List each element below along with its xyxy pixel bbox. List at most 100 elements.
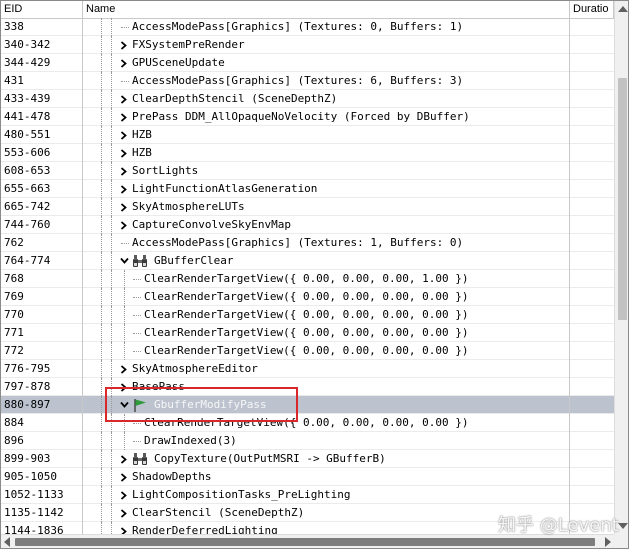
scroll-left-icon[interactable] [4, 537, 10, 547]
tree-guide [111, 342, 112, 360]
table-row[interactable]: 768 ClearRenderTargetView({ 0.00, 0.00, 0… [1, 270, 614, 288]
table-row[interactable]: 553-606 HZB [1, 144, 614, 162]
chevron-right-icon[interactable] [119, 486, 129, 504]
table-row[interactable]: 764-774 GBufferClear [1, 252, 614, 270]
table-row[interactable]: 433-439 ClearDepthStencil (SceneDepthZ) [1, 90, 614, 108]
tree-guide [101, 414, 102, 432]
duration-cell [570, 252, 614, 270]
tree-guide [111, 450, 112, 468]
table-row[interactable]: 1052-1133 LightCompositionTasks_PreLighti… [1, 486, 614, 504]
vertical-scroll-thumb[interactable] [618, 78, 627, 320]
table-row[interactable]: 769 ClearRenderTargetView({ 0.00, 0.00, 0… [1, 288, 614, 306]
tree-guide [133, 279, 141, 280]
event-name-label: SkyAtmosphereEditor [132, 362, 258, 375]
event-name-label: ClearRenderTargetView({ 0.00, 0.00, 0.00… [144, 344, 469, 357]
event-name-cell: ClearRenderTargetView({ 0.00, 0.00, 0.00… [83, 414, 570, 432]
table-row[interactable]: 762 AccessModePass[Graphics] (Textures: 1… [1, 234, 614, 252]
chevron-right-icon[interactable] [119, 450, 129, 468]
duration-cell [570, 162, 614, 180]
table-row[interactable]: 770 ClearRenderTargetView({ 0.00, 0.00, 0… [1, 306, 614, 324]
vertical-scrollbar[interactable] [614, 1, 628, 534]
event-name-label: FXSystemPreRender [132, 38, 245, 51]
event-id-cell: 608-653 [1, 162, 83, 180]
scroll-down-icon[interactable] [618, 523, 628, 529]
chevron-right-icon[interactable] [119, 36, 129, 54]
table-row[interactable]: 344-429 GPUSceneUpdate [1, 54, 614, 72]
column-name-header[interactable]: Name [83, 1, 570, 18]
event-name-cell: ShadowDepths [83, 468, 570, 486]
table-row[interactable]: 338 AccessModePass[Graphics] (Textures: 0… [1, 18, 614, 36]
event-id-cell: 764-774 [1, 252, 83, 270]
tree-guide [111, 108, 112, 126]
tree-guide [121, 81, 129, 82]
table-row[interactable]: 665-742 SkyAtmosphereLUTs [1, 198, 614, 216]
table-row[interactable]: 655-663 LightFunctionAtlasGeneration [1, 180, 614, 198]
table-row[interactable]: 441-478 PrePass DDM_AllOpaqueNoVelocity (… [1, 108, 614, 126]
table-row[interactable]: 884 ClearRenderTargetView({ 0.00, 0.00, 0… [1, 414, 614, 432]
tree-guide [124, 432, 125, 450]
tree-guide [111, 486, 112, 504]
tree-guide [111, 270, 112, 288]
tree-guide [133, 351, 141, 352]
tree-guide [111, 468, 112, 486]
event-name-cell: SkyAtmosphereLUTs [83, 198, 570, 216]
chevron-right-icon[interactable] [119, 144, 129, 162]
chevron-right-icon[interactable] [119, 126, 129, 144]
chevron-right-icon[interactable] [119, 360, 129, 378]
event-id-cell: 1135-1142 [1, 504, 83, 522]
table-row[interactable]: 899-903 CopyTexture(OutPutMSRI -> GBuffer… [1, 450, 614, 468]
table-row[interactable]: 905-1050 ShadowDepths [1, 468, 614, 486]
event-name-label: LightCompositionTasks_PreLighting [132, 488, 351, 501]
table-row[interactable]: 797-878 BasePass [1, 378, 614, 396]
event-name-label: ClearRenderTargetView({ 0.00, 0.00, 0.00… [144, 416, 469, 429]
duration-cell [570, 486, 614, 504]
chevron-right-icon[interactable] [119, 504, 129, 522]
chevron-right-icon[interactable] [119, 468, 129, 486]
chevron-down-icon[interactable] [119, 252, 129, 270]
chevron-right-icon[interactable] [119, 180, 129, 198]
tree-guide [111, 180, 112, 198]
tree-guide [111, 378, 112, 396]
chevron-down-icon[interactable] [119, 396, 129, 414]
duration-cell [570, 306, 614, 324]
table-row[interactable]: 880-897 GbufferModifyPass [1, 396, 614, 414]
event-id-cell: 768 [1, 270, 83, 288]
chevron-right-icon[interactable] [119, 54, 129, 72]
horizontal-scroll-thumb[interactable] [15, 538, 595, 546]
chevron-right-icon[interactable] [119, 90, 129, 108]
table-row[interactable]: 340-342 FXSystemPreRender [1, 36, 614, 54]
table-row[interactable]: 608-653 SortLights [1, 162, 614, 180]
table-row[interactable]: 896 DrawIndexed(3) [1, 432, 614, 450]
table-row[interactable]: 776-795 SkyAtmosphereEditor [1, 360, 614, 378]
binoculars-icon [132, 452, 148, 466]
table-row[interactable]: 772 ClearRenderTargetView({ 0.00, 0.00, 0… [1, 342, 614, 360]
scroll-up-icon[interactable] [618, 6, 628, 12]
event-name-label: GPUSceneUpdate [132, 56, 225, 69]
table-row[interactable]: 480-551 HZB [1, 126, 614, 144]
tree-guide [101, 162, 102, 180]
column-duration-header[interactable]: Duratio [570, 1, 614, 18]
event-name-cell: GBufferClear [83, 252, 570, 270]
tree-guide [101, 486, 102, 504]
tree-guide [111, 252, 112, 270]
tree-guide [101, 342, 102, 360]
column-eid-header[interactable]: EID [1, 1, 83, 18]
chevron-right-icon[interactable] [119, 108, 129, 126]
table-row[interactable]: 744-760 CaptureConvolveSkyEnvMap [1, 216, 614, 234]
chevron-right-icon[interactable] [119, 162, 129, 180]
duration-cell [570, 126, 614, 144]
chevron-right-icon[interactable] [119, 198, 129, 216]
event-name-cell: ClearRenderTargetView({ 0.00, 0.00, 0.00… [83, 342, 570, 360]
chevron-right-icon[interactable] [119, 378, 129, 396]
event-name-cell: ClearRenderTargetView({ 0.00, 0.00, 0.00… [83, 270, 570, 288]
scroll-right-icon[interactable] [605, 537, 611, 547]
chevron-right-icon[interactable] [119, 216, 129, 234]
event-id-cell: 770 [1, 306, 83, 324]
event-name-cell: LightCompositionTasks_PreLighting [83, 486, 570, 504]
event-name-cell: FXSystemPreRender [83, 36, 570, 54]
event-name-cell: GPUSceneUpdate [83, 54, 570, 72]
event-id-cell: 338 [1, 18, 83, 36]
table-row[interactable]: 771 ClearRenderTargetView({ 0.00, 0.00, 0… [1, 324, 614, 342]
event-id-cell: 769 [1, 288, 83, 306]
table-row[interactable]: 431 AccessModePass[Graphics] (Textures: 6… [1, 72, 614, 90]
